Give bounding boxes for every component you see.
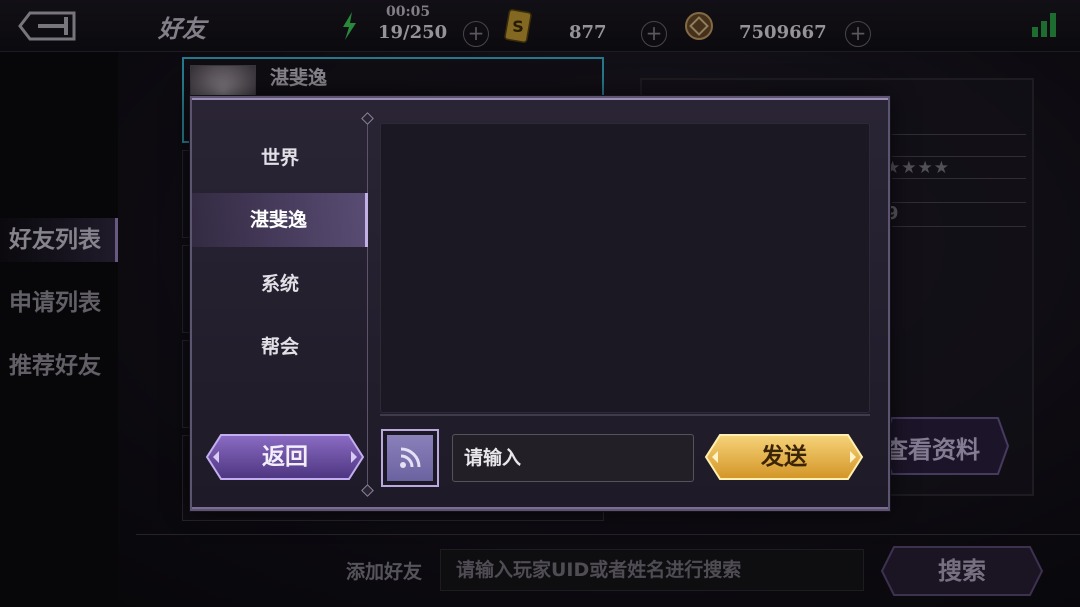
channel-tab-system[interactable]: 系统: [192, 257, 368, 311]
channel-tab-world[interactable]: 世界: [192, 131, 368, 185]
channel-tab-guild[interactable]: 帮会: [192, 320, 368, 374]
chat-modal: 世界 湛斐逸 系统 帮会 返回 请输入 发送: [190, 96, 890, 511]
divider-ornament: [361, 484, 374, 497]
divider-ornament: [361, 112, 374, 125]
message-area[interactable]: [380, 123, 870, 413]
back-button-label: 返回: [262, 444, 308, 470]
chat-input[interactable]: 请输入: [452, 434, 694, 482]
rss-icon: [387, 435, 433, 481]
voice-toggle-button[interactable]: [381, 429, 439, 487]
channel-tab-private[interactable]: 湛斐逸: [192, 193, 368, 247]
send-button-label: 发送: [761, 444, 807, 470]
divider: [380, 414, 870, 416]
game-screen: 好友 00:05 19/250 + S 877 + 7509667 + 好友列表…: [0, 0, 1080, 607]
